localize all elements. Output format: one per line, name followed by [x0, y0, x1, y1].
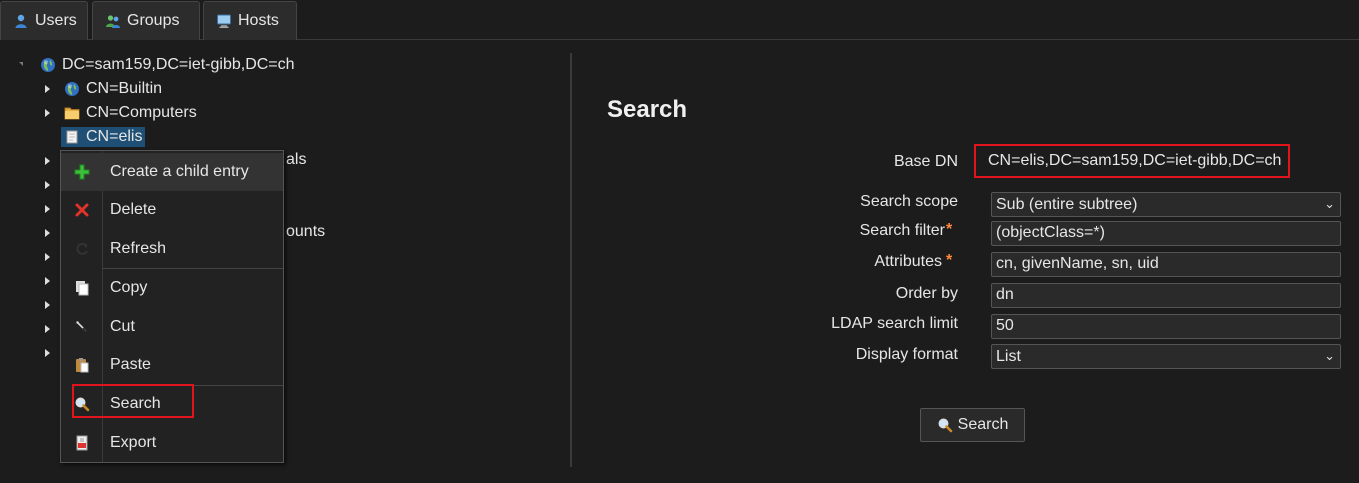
- menu-item-refresh[interactable]: Refresh: [61, 230, 283, 268]
- tree-node-computers[interactable]: CN=Computers: [64, 102, 197, 124]
- required-marker: *: [946, 221, 953, 238]
- tree-node-builtin-label: CN=Builtin: [86, 80, 163, 97]
- search-filter-label: Search filter: [859, 222, 945, 239]
- menu-item-label: Copy: [110, 279, 148, 296]
- menu-item-create-child[interactable]: Create a child entry: [61, 153, 283, 191]
- tree-expander-icon[interactable]: [42, 156, 52, 166]
- search-filter-input[interactable]: (objectClass=*): [991, 221, 1341, 246]
- tree-node-partial-label[interactable]: ounts: [286, 223, 325, 241]
- tree-node-elis[interactable]: CN=elis: [61, 126, 146, 148]
- ldap-limit-label: LDAP search limit: [831, 315, 958, 332]
- tree-expander-icon[interactable]: [42, 300, 52, 310]
- menu-item-cut[interactable]: Cut: [61, 308, 283, 346]
- menu-item-copy[interactable]: Copy: [61, 269, 283, 307]
- tree-expander-icon[interactable]: [42, 276, 52, 286]
- menu-item-label: Delete: [110, 201, 157, 218]
- folder-icon: [64, 105, 80, 121]
- entry-icon: [64, 129, 80, 145]
- globe-icon: [40, 57, 56, 73]
- selection-highlight: CN=elis: [61, 127, 146, 147]
- base-dn-value: CN=elis,DC=sam159,DC=iet-gibb,DC=ch: [974, 144, 1290, 178]
- hosts-icon: [216, 13, 232, 29]
- tree-node-partial-label[interactable]: als: [286, 151, 306, 169]
- copy-icon: [74, 280, 90, 296]
- groups-icon: [105, 13, 121, 29]
- search-icon: [937, 417, 953, 433]
- menu-item-paste[interactable]: Paste: [61, 346, 283, 384]
- annotation-highlight-search: [72, 384, 194, 418]
- export-icon: [74, 435, 90, 451]
- tree-expander-icon[interactable]: [42, 348, 52, 358]
- menu-item-label: Paste: [110, 356, 151, 373]
- attributes-label: Attributes: [874, 253, 942, 270]
- attributes-value: cn, givenName, sn, uid: [996, 255, 1159, 272]
- attributes-input[interactable]: cn, givenName, sn, uid: [991, 252, 1341, 277]
- tab-hosts-label: Hosts: [238, 12, 279, 29]
- tab-users[interactable]: Users: [0, 1, 88, 40]
- tree-expander-icon[interactable]: [42, 204, 52, 214]
- tree-expander-icon[interactable]: [42, 228, 52, 238]
- search-scope-value: Sub (entire subtree): [996, 195, 1138, 213]
- ldap-limit-value: 50: [996, 317, 1014, 334]
- display-format-value: List: [996, 347, 1021, 365]
- cut-icon: [74, 319, 90, 335]
- search-button-label: Search: [957, 416, 1009, 433]
- tree-node-root[interactable]: DC=sam159,DC=iet-gibb,DC=ch: [40, 54, 295, 76]
- tree-expander-icon[interactable]: [42, 324, 52, 334]
- tab-hosts[interactable]: Hosts: [203, 1, 297, 40]
- display-format-label: Display format: [855, 346, 958, 363]
- base-dn-text: CN=elis,DC=sam159,DC=iet-gibb,DC=ch: [988, 152, 1282, 169]
- builtin-expander-icon[interactable]: [42, 84, 52, 94]
- display-format-select[interactable]: List ⌄: [991, 344, 1341, 369]
- root-expander-icon[interactable]: [17, 59, 27, 69]
- tab-groups[interactable]: Groups: [92, 1, 200, 40]
- tree-expander-icon[interactable]: [42, 180, 52, 190]
- search-filter-value: (objectClass=*): [996, 224, 1105, 241]
- chevron-down-icon: ⌄: [1324, 348, 1335, 363]
- tree-node-root-label: DC=sam159,DC=iet-gibb,DC=ch: [62, 56, 295, 73]
- user-icon: [13, 13, 29, 29]
- search-scope-select[interactable]: Sub (entire subtree) ⌄: [991, 192, 1341, 217]
- tab-groups-label: Groups: [127, 12, 180, 29]
- menu-item-export[interactable]: Export: [61, 424, 283, 462]
- base-dn-label: Base DN: [893, 153, 958, 170]
- menu-item-label: Create a child entry: [110, 163, 249, 180]
- delete-icon: [74, 202, 90, 218]
- required-marker: *: [946, 252, 953, 269]
- panel-splitter[interactable]: [570, 53, 572, 467]
- plus-icon: [74, 164, 90, 180]
- tree-node-elis-label: CN=elis: [86, 128, 143, 145]
- tab-users-label: Users: [35, 12, 77, 29]
- menu-item-label: Cut: [110, 318, 135, 335]
- globe-icon: [64, 81, 80, 97]
- paste-icon: [74, 357, 90, 373]
- tree-expander-icon[interactable]: [42, 252, 52, 262]
- chevron-down-icon: ⌄: [1324, 196, 1335, 211]
- computers-expander-icon[interactable]: [42, 108, 52, 118]
- page-title: Search: [607, 96, 688, 123]
- refresh-icon: [74, 241, 90, 257]
- tree-node-computers-label: CN=Computers: [86, 104, 197, 121]
- search-button[interactable]: Search: [920, 408, 1025, 442]
- order-by-input[interactable]: dn: [991, 283, 1341, 308]
- menu-item-label: Refresh: [110, 240, 167, 257]
- menu-item-delete[interactable]: Delete: [61, 191, 283, 229]
- tab-bar: Users Groups Hosts: [0, 0, 1359, 40]
- tree-node-builtin[interactable]: CN=Builtin: [64, 78, 162, 100]
- menu-item-label: Export: [110, 434, 157, 451]
- search-scope-label: Search scope: [860, 193, 958, 210]
- ldap-limit-input[interactable]: 50: [991, 314, 1341, 339]
- order-by-value: dn: [996, 286, 1014, 303]
- order-by-label: Order by: [895, 285, 958, 302]
